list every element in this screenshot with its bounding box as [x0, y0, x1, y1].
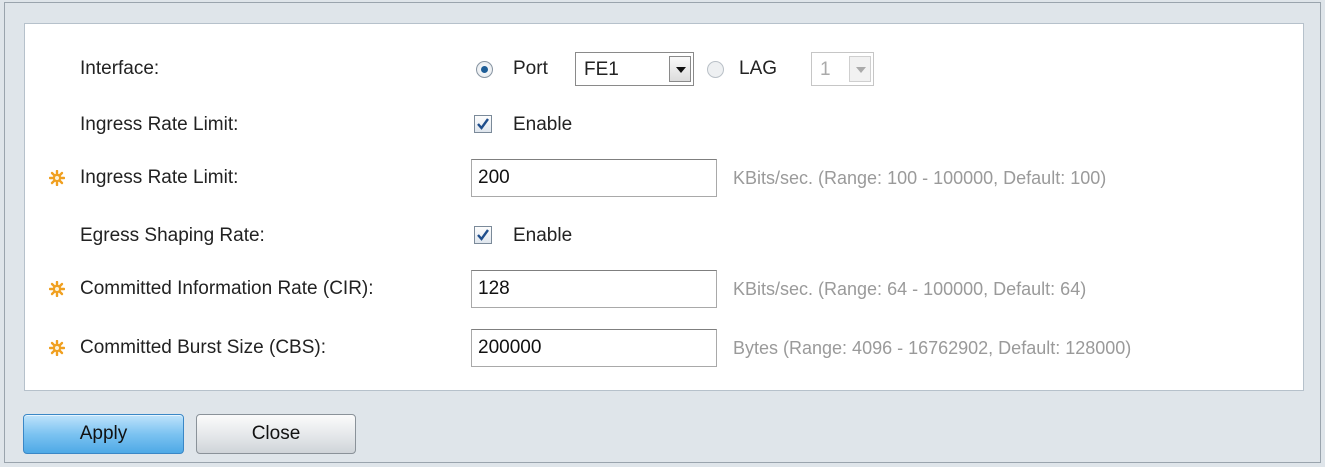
egress-enable-row: Egress Shaping Rate: Enable	[25, 217, 1303, 257]
cir-row: Committed Information Rate (CIR): KBits/…	[25, 270, 1303, 310]
ingress-enable-label: Ingress Rate Limit:	[80, 114, 239, 135]
interface-row: Interface: Port FE1 LAG 1	[25, 50, 1303, 90]
port-radio[interactable]	[476, 61, 493, 78]
ingress-enable-row: Ingress Rate Limit: Enable	[25, 106, 1303, 146]
chevron-down-icon[interactable]	[849, 56, 871, 82]
checkmark-icon	[477, 229, 489, 241]
lag-label: LAG	[739, 58, 778, 79]
cir-input[interactable]	[471, 270, 717, 308]
lag-select-value: 1	[820, 59, 831, 80]
chevron-down-icon[interactable]	[669, 56, 691, 82]
rate-limit-form: Interface: Port FE1 LAG 1 Ingress Rate L…	[24, 23, 1304, 391]
egress-enable-label: Egress Shaping Rate:	[80, 225, 265, 246]
ingress-rate-hint: KBits/sec. (Range: 100 - 100000, Default…	[733, 168, 1107, 188]
port-label: Port	[513, 58, 548, 79]
cbs-label: Committed Burst Size (CBS):	[80, 337, 326, 358]
interface-label: Interface:	[80, 58, 160, 79]
apply-button[interactable]: Apply	[23, 414, 184, 454]
cbs-input[interactable]	[471, 329, 717, 367]
ingress-rate-label: Ingress Rate Limit:	[80, 167, 239, 188]
lag-select[interactable]: 1	[811, 52, 874, 86]
ingress-enable-checkbox-label: Enable	[513, 114, 573, 135]
egress-enable-checkbox-label: Enable	[513, 225, 573, 246]
ingress-enable-checkbox[interactable]	[474, 115, 492, 133]
cir-hint: KBits/sec. (Range: 64 - 100000, Default:…	[733, 279, 1087, 299]
required-star-icon	[49, 281, 65, 297]
checkmark-icon	[477, 118, 489, 130]
cbs-row: Committed Burst Size (CBS): Bytes (Range…	[25, 329, 1303, 369]
required-star-icon	[49, 340, 65, 356]
cir-label: Committed Information Rate (CIR):	[80, 278, 374, 299]
ingress-rate-row: Ingress Rate Limit: KBits/sec. (Range: 1…	[25, 159, 1303, 199]
required-star-icon	[49, 170, 65, 186]
cbs-hint: Bytes (Range: 4096 - 16762902, Default: …	[733, 338, 1132, 358]
ingress-rate-input[interactable]	[471, 159, 717, 197]
lag-radio[interactable]	[707, 61, 724, 78]
port-select-value: FE1	[584, 59, 619, 80]
egress-enable-checkbox[interactable]	[474, 226, 492, 244]
port-select[interactable]: FE1	[575, 52, 694, 86]
close-button[interactable]: Close	[196, 414, 356, 454]
